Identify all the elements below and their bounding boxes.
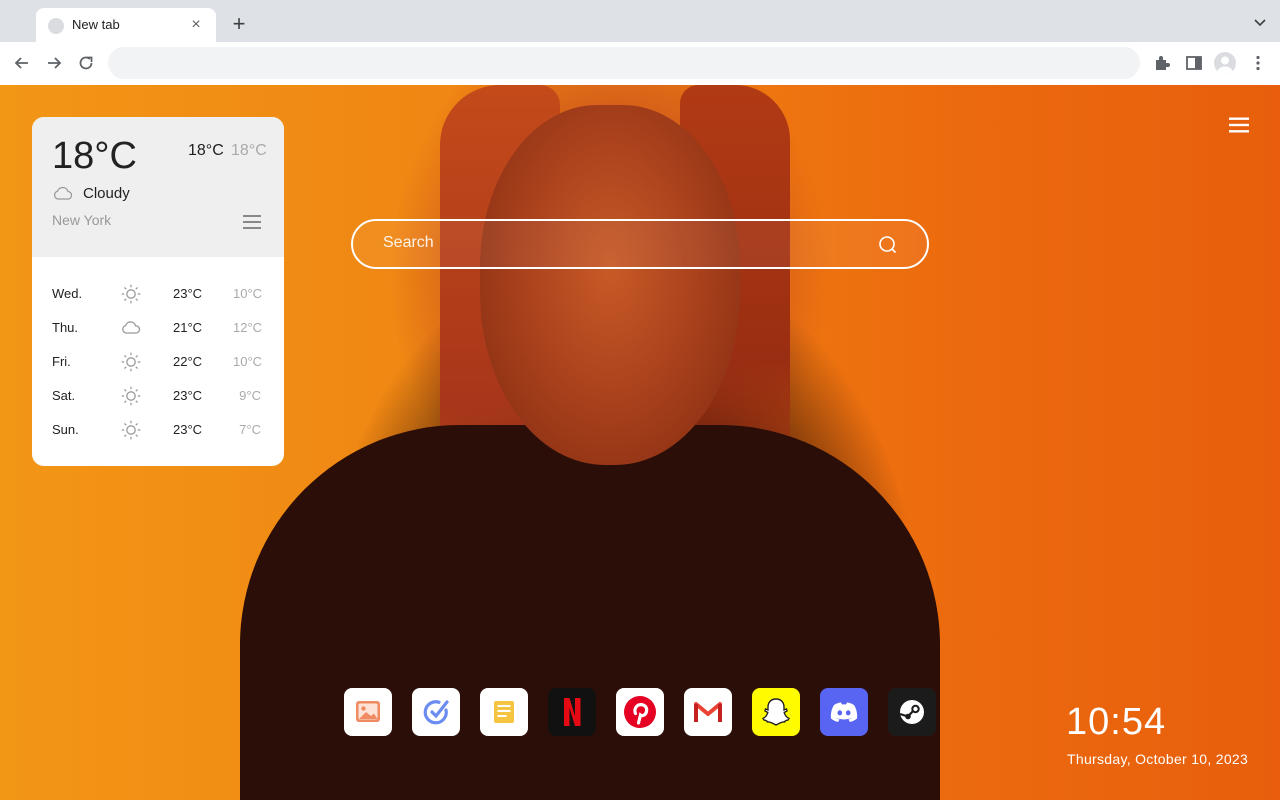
tab-strip: New tab × + xyxy=(0,0,1280,42)
weather-menu-icon[interactable] xyxy=(243,214,261,230)
notes-app-shortcut[interactable] xyxy=(480,688,528,736)
forecast-row: Fri. 22°C 10°C xyxy=(32,351,284,373)
pinterest-icon xyxy=(616,696,664,736)
reload-icon[interactable] xyxy=(76,53,96,73)
sun-icon xyxy=(120,283,142,305)
forecast-row: Wed. 23°C 10°C xyxy=(32,283,284,305)
more-vertical-icon[interactable] xyxy=(1248,53,1268,73)
forecast-row: Sat. 23°C 9°C xyxy=(32,385,284,407)
forecast-high: 23°C xyxy=(173,388,203,403)
forecast-low: 9°C xyxy=(239,388,261,403)
forecast-low: 12°C xyxy=(233,320,263,335)
weather-current: 18°C 18°C 18°C Cloudy New York xyxy=(32,117,284,257)
forecast-row: Sun. 23°C 7°C xyxy=(32,419,284,441)
clock-time: 10:54 xyxy=(1066,701,1167,743)
cloud-icon xyxy=(53,186,73,200)
new-tab-page: 18°C 18°C 18°C Cloudy New York Wed. 23°C 1… xyxy=(0,85,1280,800)
image-icon xyxy=(344,701,392,736)
today-high: 18°C xyxy=(188,142,224,159)
gmail-shortcut[interactable] xyxy=(684,688,732,736)
new-tab-button[interactable]: + xyxy=(228,13,250,35)
todo-app-shortcut[interactable] xyxy=(412,688,460,736)
check-circle-icon xyxy=(412,700,460,736)
forecast-high: 23°C xyxy=(173,422,203,437)
forecast-high: 23°C xyxy=(173,286,203,301)
forecast-day: Thu. xyxy=(52,320,79,335)
discord-shortcut[interactable] xyxy=(820,688,868,736)
cloud-icon xyxy=(120,317,142,339)
gmail-icon xyxy=(684,702,732,736)
profile-avatar[interactable] xyxy=(1214,52,1236,74)
tab-search-chevron-icon[interactable] xyxy=(1252,14,1268,30)
netflix-icon xyxy=(548,698,596,736)
forecast-high: 22°C xyxy=(173,354,203,369)
search-box xyxy=(351,219,929,269)
forward-icon[interactable] xyxy=(44,53,64,73)
tab-favicon-icon xyxy=(48,18,64,34)
browser-toolbar xyxy=(0,42,1280,86)
weather-city: New York xyxy=(52,212,112,228)
weather-widget: 18°C 18°C 18°C Cloudy New York Wed. 23°C 1… xyxy=(32,117,284,466)
background-wallpaper-figure xyxy=(240,425,940,800)
steam-icon xyxy=(888,700,936,736)
search-icon[interactable] xyxy=(878,235,898,255)
snapchat-icon xyxy=(752,698,800,736)
forecast-day: Fri. xyxy=(52,354,71,369)
forecast-low: 7°C xyxy=(239,422,261,437)
background-wallpaper-portrait xyxy=(480,105,740,465)
clock-date: Thursday, October 10, 2023 xyxy=(1067,751,1249,767)
close-tab-button[interactable]: × xyxy=(186,15,206,35)
photos-app-shortcut[interactable] xyxy=(344,688,392,736)
netflix-shortcut[interactable] xyxy=(548,688,596,736)
snapchat-shortcut[interactable] xyxy=(752,688,800,736)
forecast-low: 10°C xyxy=(233,286,263,301)
tab-title: New tab xyxy=(72,17,120,32)
forecast-row: Thu. 21°C 12°C xyxy=(32,317,284,339)
active-tab[interactable]: New tab × xyxy=(36,8,216,42)
steam-shortcut[interactable] xyxy=(888,688,936,736)
person-icon xyxy=(1217,56,1233,74)
discord-icon xyxy=(820,702,868,736)
sun-icon xyxy=(120,419,142,441)
forecast-day: Sat. xyxy=(52,388,76,403)
forecast-day: Sun. xyxy=(52,422,79,437)
side-panel-icon[interactable] xyxy=(1184,53,1204,73)
pinterest-shortcut[interactable] xyxy=(616,688,664,736)
back-icon[interactable] xyxy=(12,53,32,73)
sun-icon xyxy=(120,351,142,373)
extensions-puzzle-icon[interactable] xyxy=(1152,53,1172,73)
forecast-low: 10°C xyxy=(233,354,263,369)
current-temperature: 18°C xyxy=(52,135,137,177)
page-menu-icon[interactable] xyxy=(1229,117,1249,133)
sun-icon xyxy=(120,385,142,407)
forecast-high: 21°C xyxy=(173,320,203,335)
today-low: 18°C xyxy=(231,142,267,159)
address-bar[interactable] xyxy=(108,47,1140,79)
weather-condition: Cloudy xyxy=(83,185,130,202)
search-input[interactable] xyxy=(383,234,863,252)
forecast-day: Wed. xyxy=(52,286,83,301)
note-icon xyxy=(480,701,528,736)
